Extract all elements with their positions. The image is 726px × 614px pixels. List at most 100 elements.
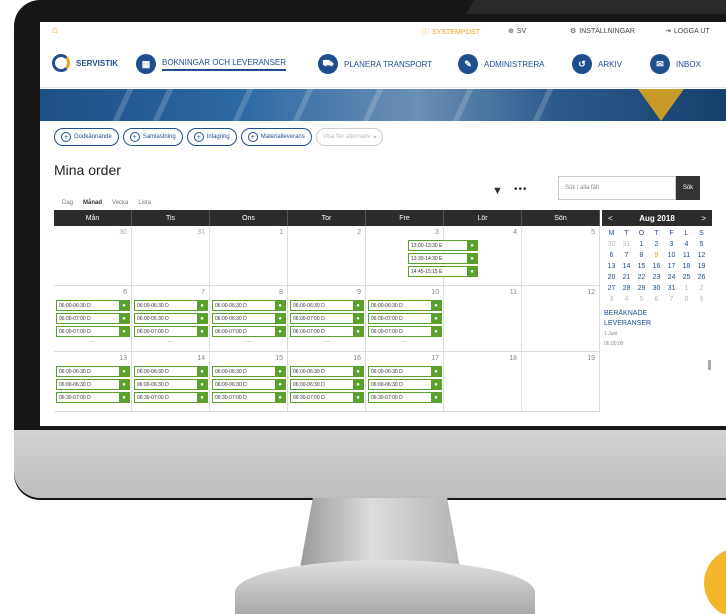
more-events-indicator[interactable]: ... xyxy=(212,338,285,344)
calendar-event[interactable]: 06:00-07:00 D ● xyxy=(212,326,286,337)
mini-day[interactable]: 6 xyxy=(604,250,619,261)
filter-chip-material-delivery[interactable]: + Materialleverans xyxy=(240,128,312,146)
mini-day[interactable]: 28 xyxy=(619,283,634,294)
calendar-day[interactable]: 31 xyxy=(132,226,210,286)
calendar-event[interactable]: 06:00-06:30 D ● xyxy=(56,300,130,311)
calendar-event[interactable]: 06:00-07:00 D ● xyxy=(290,326,364,337)
more-events-indicator[interactable]: ... xyxy=(368,338,441,344)
calendar-event[interactable]: 06:00-06:30 D ● xyxy=(134,313,208,324)
calendar-day[interactable]: 18 xyxy=(444,352,522,412)
calendar-event[interactable]: 06:30-07:00 D ● xyxy=(368,392,442,403)
calendar-event[interactable]: 06:00-07:00 D ● xyxy=(368,326,442,337)
mini-day[interactable]: 31 xyxy=(664,283,679,294)
mini-day[interactable]: 30 xyxy=(604,239,619,250)
calendar-day[interactable]: 12 xyxy=(522,286,600,352)
mini-day[interactable]: 3 xyxy=(604,294,619,305)
language-link[interactable]: ⊕ SV xyxy=(508,27,526,36)
calendar-day[interactable]: 5 xyxy=(522,226,600,286)
mini-day[interactable]: 11 xyxy=(679,250,694,261)
calendar-event[interactable]: 06:00-06:30 D ● xyxy=(56,379,130,390)
calendar-event[interactable]: 06:30-07:00 D ● xyxy=(134,392,208,403)
mini-day[interactable]: 4 xyxy=(679,239,694,250)
mini-day[interactable]: 23 xyxy=(649,272,664,283)
calendar-event[interactable]: 06:00-06:30 D ● xyxy=(290,379,364,390)
mini-day[interactable]: 5 xyxy=(634,294,649,305)
mini-day[interactable]: 24 xyxy=(664,272,679,283)
mini-day[interactable]: 6 xyxy=(649,294,664,305)
calendar-event[interactable]: 06:00-06:30 D ● xyxy=(134,379,208,390)
filter-chip-storage[interactable]: + Inlagring xyxy=(186,128,237,146)
view-day[interactable]: Dag xyxy=(62,200,73,206)
mini-day[interactable]: 12 xyxy=(694,250,709,261)
filter-chip-consolidation[interactable]: + Samlastning xyxy=(122,128,183,146)
calendar-event[interactable]: 06:30-07:00 D ● xyxy=(212,392,286,403)
mini-day[interactable]: 13 xyxy=(604,261,619,272)
mini-day[interactable]: 14 xyxy=(619,261,634,272)
calendar-day[interactable]: 6 06:00-06:30 D ● 06:00-07:00 D ● 06:00-07:00… xyxy=(54,286,132,352)
mini-day[interactable]: 20 xyxy=(604,272,619,283)
calendar-event[interactable]: 06:00-06:30 D ● xyxy=(56,366,130,377)
nav-administrate[interactable]: ✎ ADMINISTRERA xyxy=(458,54,544,74)
calendar-event[interactable]: 06:00-06:30 D ● xyxy=(134,366,208,377)
calendar-day[interactable]: 7 06:00-06:30 D ● 06:00-06:30 D ● 06:00-07:00… xyxy=(132,286,210,352)
nav-plan-transport[interactable]: ⛟ PLANERA TRANSPORT xyxy=(318,54,432,74)
mini-day[interactable]: 18 xyxy=(679,261,694,272)
calendar-event[interactable]: 06:30-07:00 D ● xyxy=(290,392,364,403)
calendar-event[interactable]: 06:00-06:30 D ● xyxy=(134,300,208,311)
system-post-link[interactable]: ⓘ SYSTEMPOST xyxy=(422,27,480,37)
mini-day[interactable]: 3 xyxy=(664,239,679,250)
calendar-event[interactable]: 06:00-06:30 D ● xyxy=(212,300,286,311)
mini-day[interactable]: 1 xyxy=(679,283,694,294)
mini-day[interactable]: 4 xyxy=(619,294,634,305)
view-list[interactable]: Lista xyxy=(138,200,151,206)
mini-scrollbar[interactable] xyxy=(708,360,711,370)
more-events-indicator[interactable]: ... xyxy=(290,338,363,344)
mini-day[interactable]: 1 xyxy=(634,239,649,250)
mini-day[interactable]: 7 xyxy=(664,294,679,305)
calendar-event[interactable]: 06:00-07:00 D ● xyxy=(368,313,442,324)
more-events-indicator[interactable]: ... xyxy=(56,338,129,344)
calendar-day[interactable]: 15 06:00-06:30 D ● 06:00-06:30 D ● 06:30-07:0… xyxy=(210,352,288,412)
calendar-day[interactable]: 17 06:00-06:30 D ● 06:00-06:30 D ● 06:30-07:0… xyxy=(366,352,444,412)
calendar-day[interactable]: 19 xyxy=(522,352,600,412)
search-button[interactable]: Sök xyxy=(676,176,700,200)
mini-day[interactable]: 31 xyxy=(619,239,634,250)
mini-day[interactable]: 26 xyxy=(694,272,709,283)
calendar-day[interactable]: 2 xyxy=(288,226,366,286)
calendar-event[interactable]: 06:00-07:00 D ● xyxy=(56,326,130,337)
calendar-day[interactable]: 10 06:00-06:30 D ● 06:00-07:00 D ● 06:00-07:0… xyxy=(366,286,444,352)
calendar-day[interactable]: 16 06:00-06:30 D ● 06:00-06:30 D ● 06:30-07:0… xyxy=(288,352,366,412)
settings-link[interactable]: ⚙ INSTÄLLNINGAR xyxy=(570,27,635,36)
filter-icon[interactable]: ▼ xyxy=(492,185,503,197)
calendar-day[interactable]: 9 06:00-06:30 D ● 06:00-07:00 D ● 06:00-07:00… xyxy=(288,286,366,352)
filter-more-options[interactable]: Visa fler alternativ ▾ xyxy=(315,128,384,146)
logo[interactable]: SERVISTIK xyxy=(52,54,118,72)
mini-day[interactable]: 9 xyxy=(649,250,664,261)
prev-month-button[interactable]: < xyxy=(608,214,613,223)
mini-day[interactable]: 2 xyxy=(694,283,709,294)
view-week[interactable]: Vecka xyxy=(112,200,128,206)
calendar-event[interactable]: 06:00-06:30 D ● xyxy=(368,366,442,377)
mini-day[interactable]: 19 xyxy=(694,261,709,272)
more-events-indicator[interactable]: ... xyxy=(134,338,207,344)
mini-day[interactable]: 16 xyxy=(649,261,664,272)
calendar-event[interactable]: 06:30-07:00 D ● xyxy=(56,392,130,403)
calendar-event[interactable]: 06:00-06:30 D ● xyxy=(212,379,286,390)
mini-day[interactable]: 2 xyxy=(649,239,664,250)
calendar-event[interactable]: 06:00-06:30 D ● xyxy=(290,300,364,311)
mini-day[interactable]: 8 xyxy=(679,294,694,305)
calendar-day[interactable]: 30 xyxy=(54,226,132,286)
calendar-day[interactable]: 1 xyxy=(210,226,288,286)
mini-day[interactable]: 17 xyxy=(664,261,679,272)
mini-day[interactable]: 9 xyxy=(694,294,709,305)
more-icon[interactable]: ••• xyxy=(514,184,528,195)
mini-day[interactable]: 22 xyxy=(634,272,649,283)
search-input[interactable]: Sök i alla fält xyxy=(558,176,676,200)
calendar-day[interactable]: 14 06:00-06:30 D ● 06:00-06:30 D ● 06:30-07:0… xyxy=(132,352,210,412)
nav-bookings[interactable]: ▦ BOKNINGAR OCH LEVERANSER xyxy=(136,54,287,74)
view-month[interactable]: Månad xyxy=(83,200,102,206)
nav-inbox[interactable]: ✉ INBOX xyxy=(650,54,701,74)
mini-day[interactable]: 29 xyxy=(634,283,649,294)
mini-day[interactable]: 8 xyxy=(634,250,649,261)
nav-archive[interactable]: ↺ ARKIV xyxy=(572,54,622,74)
